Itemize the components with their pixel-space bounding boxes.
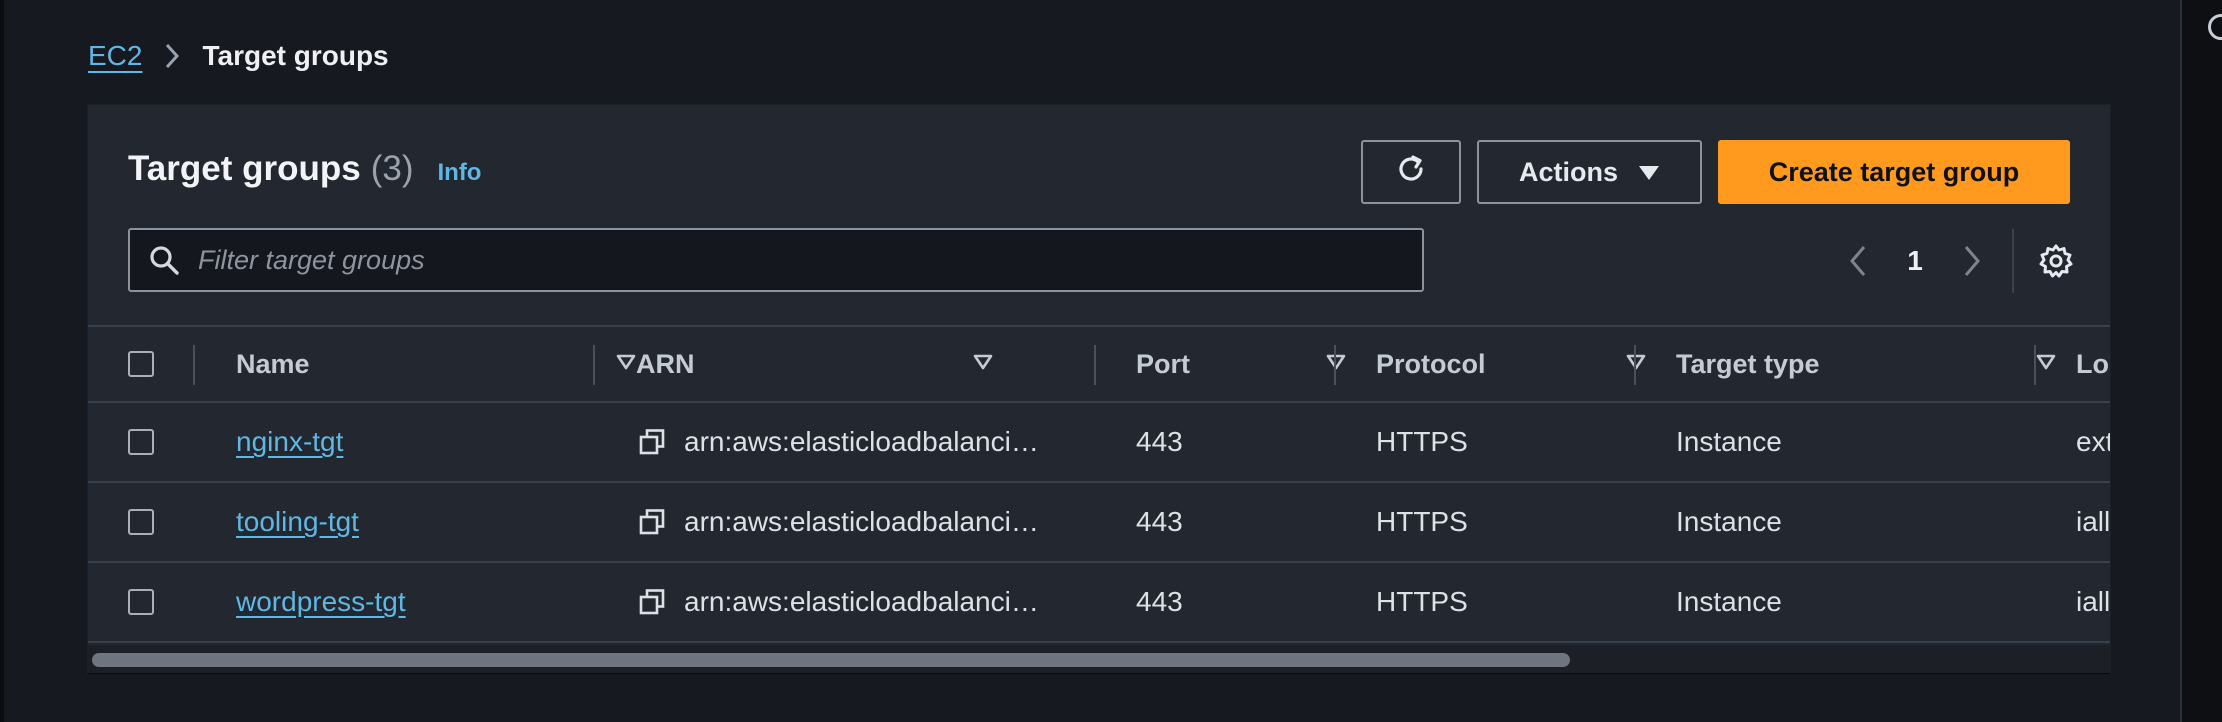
sort-caret-icon[interactable]: [1326, 354, 1346, 370]
table-header: Name ARN Port Protocol Target type Lo: [88, 325, 2110, 403]
table-row[interactable]: nginx-tgt arn:aws:elasticloadbalanci… 44…: [88, 403, 2110, 483]
page-title: Target groups (3) Info: [128, 149, 481, 189]
target-groups-table: Name ARN Port Protocol Target type Lo ng…: [88, 325, 2110, 643]
column-label: Name: [236, 348, 310, 379]
filter-field[interactable]: [128, 228, 1424, 292]
protocol-cell: HTTPS: [1376, 586, 1468, 617]
target-group-name-link[interactable]: nginx-tgt: [236, 426, 343, 458]
column-header-port[interactable]: Port: [1136, 327, 1376, 401]
column-divider: [2034, 345, 2036, 385]
panel-header: Target groups (3) Info Actions Create ta…: [88, 105, 2110, 325]
row-select-cell: [128, 563, 154, 641]
table-row[interactable]: tooling-tgt arn:aws:elasticloadbalanci… …: [88, 483, 2110, 563]
copy-icon[interactable]: [638, 508, 666, 536]
breadcrumb-ec2-link[interactable]: EC2: [88, 40, 142, 72]
target-group-name-link[interactable]: wordpress-tgt: [236, 586, 406, 618]
breadcrumb: EC2 Target groups: [88, 36, 389, 76]
pagination: 1: [1838, 229, 2074, 293]
select-all-cell: [128, 327, 156, 401]
filter-input[interactable]: [196, 243, 1422, 277]
name-cell: tooling-tgt: [236, 483, 596, 561]
load-balancer-cell: iall: [2076, 506, 2110, 537]
arn-cell: arn:aws:elasticloadbalanci…: [638, 403, 1078, 481]
column-label: Protocol: [1376, 348, 1486, 379]
sort-caret-icon[interactable]: [2036, 354, 2056, 370]
sort-caret-icon[interactable]: [616, 354, 636, 370]
item-count: (3): [370, 149, 414, 188]
copy-icon[interactable]: [638, 428, 666, 456]
column-header-target-type[interactable]: Target type: [1676, 327, 2076, 401]
scrollbar-thumb[interactable]: [92, 653, 1570, 667]
actions-button[interactable]: Actions: [1477, 140, 1702, 204]
title-text: Target groups: [128, 149, 361, 188]
column-label: Lo: [2076, 348, 2109, 379]
pager-divider: [2012, 229, 2014, 293]
refresh-icon: [1393, 151, 1429, 194]
chevron-right-icon[interactable]: [1952, 244, 1992, 278]
arn-text: arn:aws:elasticloadbalanci…: [684, 426, 1039, 457]
protocol-cell: HTTPS: [1376, 506, 1468, 537]
info-link[interactable]: Info: [437, 159, 481, 187]
chevron-left-icon[interactable]: [1838, 244, 1878, 278]
row-checkbox[interactable]: [128, 509, 154, 535]
row-checkbox[interactable]: [128, 589, 154, 615]
column-label: Target type: [1676, 348, 1820, 379]
column-label: Port: [1136, 348, 1190, 379]
protocol-cell: HTTPS: [1376, 426, 1468, 457]
chevron-right-icon: [164, 42, 180, 70]
name-cell: nginx-tgt: [236, 403, 596, 481]
row-select-cell: [128, 483, 154, 561]
column-divider: [1334, 345, 1336, 385]
column-header-protocol[interactable]: Protocol: [1376, 327, 1666, 401]
column-divider: [193, 345, 195, 385]
table-row[interactable]: wordpress-tgt arn:aws:elasticloadbalanci…: [88, 563, 2110, 643]
row-select-cell: [128, 403, 154, 481]
column-divider: [1634, 345, 1636, 385]
target-type-cell: Instance: [1676, 586, 1782, 617]
port-cell: 443: [1136, 426, 1183, 457]
load-balancer-cell: ext: [2076, 426, 2110, 457]
actions-label: Actions: [1518, 156, 1618, 187]
target-groups-panel: Target groups (3) Info Actions Create ta…: [88, 105, 2110, 673]
name-cell: wordpress-tgt: [236, 563, 596, 641]
target-type-cell: Instance: [1676, 506, 1782, 537]
help-icon[interactable]: [2208, 14, 2222, 40]
copy-icon[interactable]: [638, 588, 666, 616]
select-all-checkbox[interactable]: [128, 351, 154, 377]
arn-cell: arn:aws:elasticloadbalanci…: [638, 483, 1078, 561]
port-cell: 443: [1136, 586, 1183, 617]
search-icon: [148, 244, 180, 276]
column-divider: [1094, 345, 1096, 385]
right-side-rail: [2180, 0, 2222, 722]
horizontal-scrollbar[interactable]: [88, 645, 2110, 673]
sort-caret-icon[interactable]: [973, 354, 993, 370]
gear-icon[interactable]: [2038, 243, 2074, 279]
column-divider: [593, 345, 595, 385]
arn-text: arn:aws:elasticloadbalanci…: [684, 586, 1039, 617]
target-group-name-link[interactable]: tooling-tgt: [236, 506, 359, 538]
load-balancer-cell: iall: [2076, 586, 2110, 617]
column-header-arn[interactable]: ARN: [636, 327, 1046, 401]
port-cell: 443: [1136, 506, 1183, 537]
breadcrumb-current: Target groups: [202, 40, 389, 71]
page-number[interactable]: 1: [1878, 245, 1952, 277]
arn-cell: arn:aws:elasticloadbalanci…: [638, 563, 1078, 641]
refresh-button[interactable]: [1361, 140, 1461, 204]
arn-text: arn:aws:elasticloadbalanci…: [684, 506, 1039, 537]
create-target-group-button[interactable]: Create target group: [1718, 140, 2070, 204]
row-checkbox[interactable]: [128, 429, 154, 455]
column-header-load-balancer[interactable]: Lo: [2076, 327, 2110, 401]
target-type-cell: Instance: [1676, 426, 1782, 457]
column-label: ARN: [636, 348, 695, 379]
caret-down-icon: [1638, 157, 1660, 188]
sort-caret-icon[interactable]: [1626, 354, 1646, 370]
page-frame: EC2 Target groups Target groups (3) Info: [0, 0, 2180, 722]
